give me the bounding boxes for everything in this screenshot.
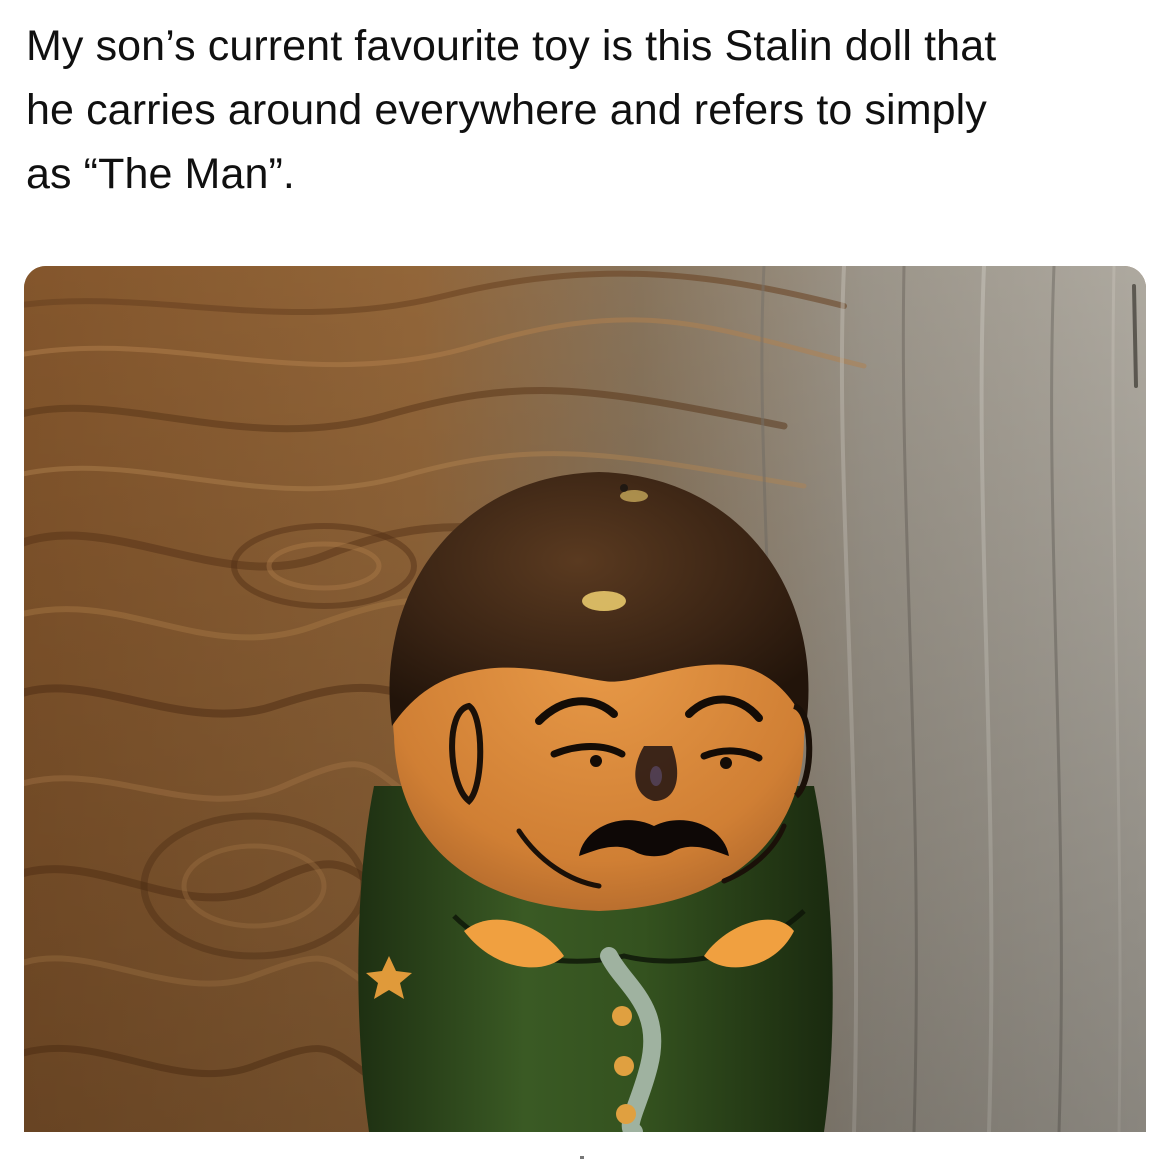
post-caption: My son’s current favourite toy is this S… bbox=[26, 14, 1146, 206]
post-photo bbox=[24, 266, 1146, 1132]
caption-line-2: he carries around everywhere and refers … bbox=[26, 86, 987, 134]
doll-button bbox=[616, 1104, 636, 1124]
caption-line-1: My son’s current favourite toy is this S… bbox=[26, 22, 997, 70]
meme-post: My son’s current favourite toy is this S… bbox=[0, 0, 1170, 1171]
doll-button bbox=[612, 1006, 632, 1026]
doll-button bbox=[614, 1056, 634, 1076]
hair-highlight bbox=[582, 591, 626, 611]
doll-photo-illustration bbox=[24, 266, 1146, 1132]
bottom-dot bbox=[580, 1156, 584, 1159]
stalin-doll bbox=[358, 472, 833, 1132]
caption-line-3: as “The Man”. bbox=[26, 150, 295, 198]
